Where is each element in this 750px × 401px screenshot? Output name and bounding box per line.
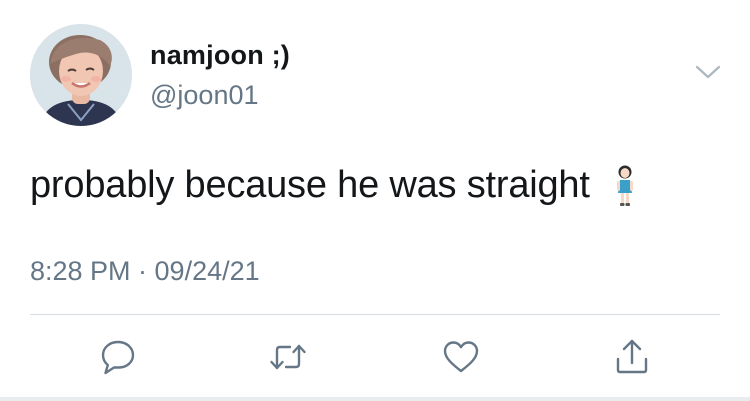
chevron-down-icon[interactable]	[694, 62, 722, 82]
tweet-text: probably because he was straight	[30, 164, 590, 206]
tweet-body: probably because he was straight	[30, 164, 636, 207]
standing-person-emoji-icon	[614, 165, 636, 207]
reply-button[interactable]	[98, 337, 138, 377]
bottom-border	[0, 397, 750, 401]
retweet-button[interactable]	[268, 337, 308, 377]
share-upload-icon	[616, 339, 648, 374]
avatar[interactable]	[30, 24, 132, 126]
speech-bubble-icon	[101, 340, 135, 375]
display-name[interactable]: namjoon ;)	[150, 40, 290, 71]
retweet-arrows-icon	[270, 344, 306, 370]
share-button[interactable]	[612, 337, 652, 377]
like-button[interactable]	[441, 337, 481, 377]
user-handle[interactable]: @joon01	[150, 80, 259, 111]
heart-icon	[443, 341, 479, 373]
tweet-timestamp[interactable]: 8:28 PM · 09/24/21	[30, 256, 260, 287]
profile-photo-icon	[30, 24, 132, 126]
divider	[30, 314, 720, 315]
tweet-card: namjoon ;) @joon01 probably because he w…	[0, 0, 750, 401]
